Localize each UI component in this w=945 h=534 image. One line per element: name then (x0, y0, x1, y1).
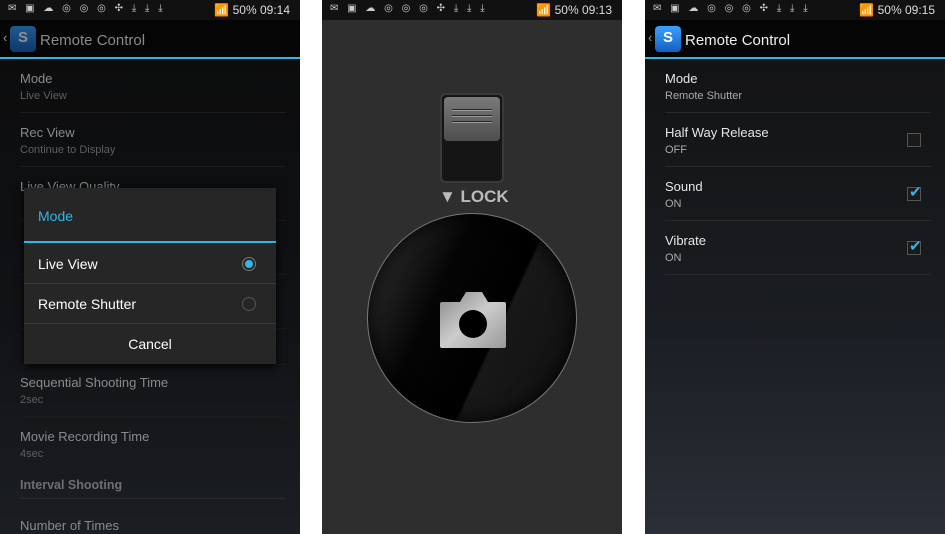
shutter-button[interactable] (367, 213, 577, 423)
app-logo-icon[interactable]: S (655, 26, 681, 52)
app-logo-icon[interactable]: S (10, 26, 36, 52)
setting-title: Sound (665, 179, 703, 194)
phone-screen-shutter: ✉ ▣ ☁ ◎ ◎ ◎ ✣ ⤓ ⤓ ⤓ 📶 50% 09:13 ▼ LOCK (322, 0, 622, 534)
setting-title: Mode (665, 71, 698, 86)
back-icon[interactable]: ‹ (648, 30, 652, 45)
dialog-title: Mode (38, 208, 74, 224)
setting-title: Sequential Shooting Time (20, 375, 169, 390)
app-title: Remote Control (685, 32, 791, 49)
lock-label: ▼ LOCK (439, 187, 509, 206)
setting-value: 2sec (20, 394, 44, 406)
option-label: Live View (38, 256, 98, 272)
setting-mode[interactable]: Mode Live View (20, 59, 286, 113)
back-icon[interactable]: ‹ (3, 30, 7, 45)
notification-icons: ✉ ▣ ☁ ◎ ◎ ◎ ✣ ⤓ ⤓ ⤓ (653, 3, 811, 14)
setting-movie-recording-time[interactable]: Movie Recording Time 4sec (20, 417, 286, 471)
setting-title: Movie Recording Time (20, 429, 150, 444)
battery-level: 50% (877, 3, 902, 17)
notification-icons: ✉ ▣ ☁ ◎ ◎ ◎ ✣ ⤓ ⤓ ⤓ (8, 3, 166, 14)
app-title: Remote Control (40, 32, 146, 49)
status-right: 📶 50% 09:13 (536, 3, 612, 17)
status-bar: ✉ ▣ ☁ ◎ ◎ ◎ ✣ ⤓ ⤓ ⤓ 📶 50% 09:15 (645, 0, 945, 20)
radio-unselected-icon[interactable] (242, 297, 256, 311)
setting-value: OFF (665, 144, 687, 156)
lock-slider[interactable] (440, 93, 504, 183)
cancel-button[interactable]: Cancel (24, 325, 276, 364)
checkbox-checked[interactable] (907, 237, 922, 255)
checkbox-checked[interactable] (907, 183, 922, 201)
setting-title: Half Way Release (665, 125, 769, 140)
setting-title: Vibrate (665, 233, 706, 248)
checkbox-unchecked[interactable] (907, 133, 921, 147)
setting-value: Continue to Display (20, 144, 116, 156)
option-remote-shutter[interactable]: Remote Shutter (24, 284, 276, 324)
status-right: 📶 50% 09:14 (214, 3, 290, 17)
clock: 09:15 (904, 3, 935, 17)
setting-value: 4sec (20, 448, 44, 460)
setting-value: Remote Shutter (665, 90, 743, 102)
setting-number-of-times[interactable]: Number of Times (20, 506, 286, 534)
setting-value: ON (665, 198, 682, 210)
dialog-divider (24, 241, 276, 243)
status-bar: ✉ ▣ ☁ ◎ ◎ ◎ ✣ ⤓ ⤓ ⤓ 📶 50% 09:13 (322, 0, 622, 20)
app-bar: ‹ S Remote Control (0, 20, 300, 59)
status-bar: ✉ ▣ ☁ ◎ ◎ ◎ ✣ ⤓ ⤓ ⤓ 📶 50% 09:14 (0, 0, 300, 20)
battery-level: 50% (232, 3, 257, 17)
battery-level: 50% (554, 3, 579, 17)
notification-icons: ✉ ▣ ☁ ◎ ◎ ◎ ✣ ⤓ ⤓ ⤓ (330, 3, 488, 14)
setting-title: Rec View (20, 125, 75, 140)
setting-rec-view[interactable]: Rec View Continue to Display (20, 113, 286, 167)
mode-dialog: Mode Live View Remote Shutter Cancel (24, 188, 276, 364)
setting-value: Live View (20, 90, 67, 102)
setting-half-way-release[interactable]: Half Way Release OFF (665, 113, 931, 167)
app-bar: ‹ S Remote Control (645, 20, 945, 59)
setting-title: Mode (20, 71, 53, 86)
status-right: 📶 50% 09:15 (859, 3, 935, 17)
setting-mode[interactable]: Mode Remote Shutter (665, 59, 931, 113)
clock: 09:13 (581, 3, 612, 17)
setting-sequential-shooting-time[interactable]: Sequential Shooting Time 2sec (20, 363, 286, 417)
radio-selected-icon[interactable] (242, 257, 256, 271)
setting-value: ON (665, 252, 682, 264)
setting-title: Number of Times (20, 518, 119, 533)
option-live-view[interactable]: Live View (24, 244, 276, 284)
clock: 09:14 (259, 3, 290, 17)
section-header-interval-shooting: Interval Shooting (20, 478, 286, 499)
phone-screen-remote-shutter-settings: ✉ ▣ ☁ ◎ ◎ ◎ ✣ ⤓ ⤓ ⤓ 📶 50% 09:15 ‹ S Remote … (645, 0, 945, 534)
setting-vibrate[interactable]: Vibrate ON (665, 221, 931, 275)
camera-icon (440, 292, 506, 348)
phone-screen-settings-dialog: ✉ ▣ ☁ ◎ ◎ ◎ ✣ ⤓ ⤓ ⤓ 📶 50% 09:14 ‹ S Remote … (0, 0, 300, 534)
option-label: Remote Shutter (38, 296, 137, 312)
setting-sound[interactable]: Sound ON (665, 167, 931, 221)
slider-knob-icon[interactable] (444, 97, 500, 141)
